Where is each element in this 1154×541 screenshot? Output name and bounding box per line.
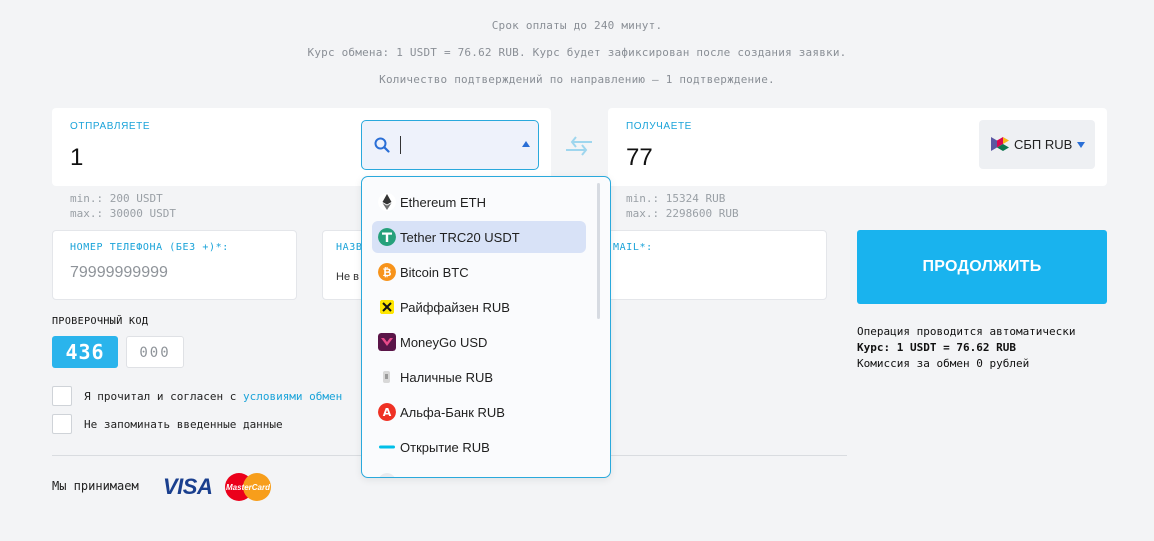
dropdown-item-label: Bitcoin BTC: [400, 265, 469, 280]
sbp-icon: [991, 137, 1009, 151]
operation-fee-text: Комиссия за обмен 0 рублей: [857, 357, 1030, 370]
send-min-limit: min.: 200 USDT: [70, 192, 163, 205]
dropdown-item-raiffeisen[interactable]: Райффайзен RUB: [372, 291, 586, 323]
currency-dropdown: Ethereum ETH Tether TRC20 USDT ₿ Bitcoin…: [361, 176, 611, 478]
chevron-down-icon: [1077, 142, 1085, 148]
bitcoin-icon: ₿: [378, 263, 396, 281]
currency-search-input[interactable]: [361, 120, 539, 170]
dropdown-item-partial[interactable]: [372, 466, 586, 477]
dropdown-item-label: Наличные RUB: [400, 370, 494, 385]
tether-icon: [378, 228, 396, 246]
email-field[interactable]: MAIL*:: [580, 230, 827, 300]
remember-data-label: Не запоминать введенные данные: [84, 418, 283, 431]
dropdown-item-otkritie[interactable]: Открытие RUB: [372, 431, 586, 463]
verification-code-input[interactable]: 000: [126, 336, 184, 368]
we-accept-label: Мы принимаем: [52, 479, 139, 493]
remember-data-checkbox[interactable]: [52, 414, 72, 434]
name-input[interactable]: Не в: [336, 271, 359, 283]
payment-deadline-text: Срок оплаты до 240 минут.: [491, 19, 663, 32]
chevron-up-icon[interactable]: [522, 141, 530, 147]
raiffeisen-icon: [380, 300, 394, 314]
receive-amount-input[interactable]: 77: [626, 144, 653, 172]
otkritie-icon: [379, 445, 395, 449]
text-caret: [400, 136, 401, 154]
dropdown-item-moneygo[interactable]: MoneyGo USD: [372, 326, 586, 358]
svg-text:₿: ₿: [383, 266, 392, 279]
captcha-image: 436: [52, 336, 118, 368]
operation-auto-text: Операция проводится автоматически: [857, 325, 1076, 338]
dropdown-item-label: MoneyGo USD: [400, 335, 488, 350]
currency-icon: [379, 473, 395, 477]
dropdown-item-bitcoin[interactable]: ₿ Bitcoin BTC: [372, 256, 586, 288]
svg-text:MasterCard: MasterCard: [226, 483, 271, 492]
continue-button[interactable]: ПРОДОЛЖИТЬ: [857, 230, 1107, 304]
send-max-limit: max.: 30000 USDT: [70, 207, 176, 220]
dropdown-item-label: Tether TRC20 USDT: [400, 230, 520, 245]
dropdown-scrollbar[interactable]: [597, 183, 600, 319]
send-amount-input[interactable]: 1: [70, 144, 83, 172]
svg-text:А: А: [383, 406, 392, 419]
dropdown-item-label: Райффайзен RUB: [400, 300, 510, 315]
receive-max-limit: max.: 2298600 RUB: [626, 207, 739, 220]
phone-label: НОМЕР ТЕЛЕФОНА (БЕЗ +)*:: [70, 242, 229, 253]
dropdown-item-tether[interactable]: Tether TRC20 USDT: [372, 221, 586, 253]
receive-min-limit: min.: 15324 RUB: [626, 192, 726, 205]
visa-logo: VISA: [163, 474, 213, 499]
agree-terms-checkbox[interactable]: [52, 386, 72, 406]
moneygo-icon: [378, 333, 396, 351]
ethereum-icon: [378, 193, 396, 211]
phone-input[interactable]: 79999999999: [70, 264, 168, 282]
operation-rate-text: Курс: 1 USDT = 76.62 RUB: [857, 341, 1016, 354]
dropdown-item-label: Альфа-Банк RUB: [400, 405, 505, 420]
cash-icon: [383, 371, 390, 383]
exchange-rate-text: Курс обмена: 1 USDT = 76.62 RUB. Курс бу…: [307, 46, 847, 59]
verification-code-label: ПРОВЕРОЧНЫЙ КОД: [52, 316, 149, 327]
confirmations-text: Количество подтверждений по направлению …: [379, 73, 775, 86]
receive-label: ПОЛУЧАЕТЕ: [626, 121, 692, 132]
dropdown-item-ethereum[interactable]: Ethereum ETH: [372, 186, 586, 218]
dropdown-item-cash[interactable]: Наличные RUB: [372, 361, 586, 393]
dropdown-item-label: Открытие RUB: [400, 440, 490, 455]
terms-link[interactable]: условиями обмен: [243, 390, 342, 403]
alfabank-icon: А: [378, 403, 396, 421]
swap-arrows-icon[interactable]: [564, 136, 594, 156]
email-label: MAIL*:: [613, 242, 653, 253]
mastercard-logo: MasterCard: [225, 473, 271, 501]
dropdown-item-alfabank[interactable]: А Альфа-Банк RUB: [372, 396, 586, 428]
send-label: ОТПРАВЛЯЕТЕ: [70, 121, 151, 132]
search-icon: [374, 137, 390, 153]
receive-currency-select[interactable]: СБП RUB: [979, 120, 1095, 169]
receive-currency-label: СБП RUB: [1014, 137, 1073, 152]
dropdown-item-label: Ethereum ETH: [400, 195, 486, 210]
phone-field[interactable]: НОМЕР ТЕЛЕФОНА (БЕЗ +)*: 79999999999: [52, 230, 297, 300]
agree-terms-label: Я прочитал и согласен с условиями обмен: [84, 390, 342, 403]
name-label: НАЗВ: [336, 242, 363, 253]
agree-terms-text: Я прочитал и согласен с: [84, 390, 243, 403]
